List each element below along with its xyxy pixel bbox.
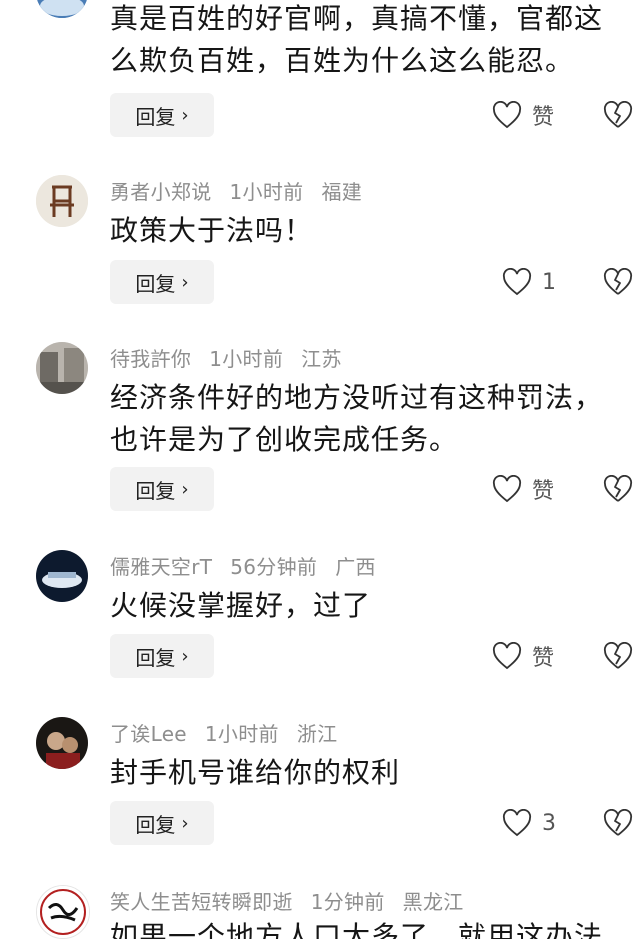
location: 江苏 [301,347,342,371]
like-button[interactable]: 赞 [492,93,554,137]
reply-button[interactable]: 回复 › [110,801,214,845]
avatar-chair-icon [36,175,88,227]
heart-icon [502,268,532,296]
broken-heart-icon [603,475,633,502]
username[interactable]: 笑人生苦短转瞬即逝 [110,890,293,914]
timestamp: 1分钟前 [310,890,385,914]
avatar-people-icon [36,717,88,769]
avatar[interactable] [36,717,88,769]
like-button[interactable]: 3 [502,801,556,845]
dislike-button[interactable] [603,801,637,845]
heart-icon [492,475,522,503]
dislike-button[interactable] [603,93,637,137]
reply-label: 回复 [135,271,176,296]
comment-text: 政策大于法吗！ [110,214,314,247]
avatar[interactable] [36,175,88,227]
comment-meta: 笑人生苦短转瞬即逝 1分钟前 黑龙江 [110,886,482,915]
comment-text: 真是百姓的好官啊，真搞不懂，官都这 么欺负百姓，百姓为什么这么能忍。 [110,2,604,77]
heart-icon [502,809,532,837]
like-button[interactable]: 赞 [492,467,554,511]
avatar[interactable] [36,885,90,939]
username[interactable]: 了诶Lee [110,722,187,746]
chevron-right-icon: › [181,104,189,126]
comment-meta: 了诶Lee 1小时前 浙江 [110,718,355,747]
username[interactable]: 勇者小郑说 [110,180,212,204]
broken-heart-icon [603,642,633,669]
comment-item: 了诶Lee 1小时前 浙江 封手机号谁给你的权利 回复 › 3 [0,712,640,852]
reply-label: 回复 [135,478,176,503]
broken-heart-icon [603,809,633,836]
comment-text: 经济条件好的地方没听过有这种罚法， 也许是为了创收完成任务。 [110,381,604,456]
like-count: 3 [542,810,556,836]
like-button[interactable]: 赞 [492,634,554,678]
dislike-button[interactable] [603,260,637,304]
avatar[interactable] [36,342,88,394]
comment-feed: 真是百姓的好官啊，真搞不懂，官都这 么欺负百姓，百姓为什么这么能忍。 回复 › … [0,0,640,939]
timestamp: 56分钟前 [230,555,318,579]
timestamp: 1小时前 [229,180,304,204]
comment-meta: 儒雅天空rT 56分钟前 广西 [110,551,394,580]
chevron-right-icon: › [181,645,189,667]
reply-label: 回复 [135,104,176,129]
timestamp: 1小时前 [209,347,284,371]
reply-label: 回复 [135,645,176,670]
avatar-calligraphy-icon [37,886,89,938]
avatar-street-icon [36,342,88,394]
comment-meta: 待我許你 1小时前 江苏 [110,343,360,372]
avatar[interactable] [36,0,88,18]
comment-item: 笑人生苦短转瞬即逝 1分钟前 黑龙江 如果一个地方人口太多了，就用这办法 [0,880,640,939]
location: 福建 [321,180,363,204]
dislike-button[interactable] [603,634,637,678]
location: 浙江 [296,722,338,746]
chevron-right-icon: › [181,812,189,834]
like-button[interactable]: 1 [502,260,556,304]
avatar-car-icon [36,550,88,602]
like-count: 1 [542,269,556,295]
comment-meta: 勇者小郑说 1小时前 福建 [110,176,380,205]
comment-item: 待我許你 1小时前 江苏 经济条件好的地方没听过有这种罚法， 也许是为了创收完成任务… [0,337,640,517]
reply-button[interactable]: 回复 › [110,467,214,511]
comment-item: 儒雅天空rT 56分钟前 广西 火候没掌握好，过了 回复 › 赞 [0,545,640,685]
heart-icon [492,101,522,129]
dislike-button[interactable] [603,467,637,511]
chevron-right-icon: › [181,271,189,293]
comment-text: 火候没掌握好，过了 [110,589,372,622]
broken-heart-icon [603,101,633,128]
username[interactable]: 儒雅天空rT [110,555,212,579]
like-count: 赞 [532,479,555,504]
timestamp: 1小时前 [204,722,279,746]
heart-icon [492,642,522,670]
avatar[interactable] [36,550,88,602]
chevron-right-icon: › [181,478,189,500]
reply-button[interactable]: 回复 › [110,634,214,678]
comment-text: 封手机号谁给你的权利 [110,756,401,789]
location: 广西 [335,555,376,579]
comment-item: 真是百姓的好官啊，真搞不懂，官都这 么欺负百姓，百姓为什么这么能忍。 回复 › … [0,0,640,150]
reply-label: 回复 [135,812,176,837]
location: 黑龙江 [402,890,464,914]
comment-item: 勇者小郑说 1小时前 福建 政策大于法吗！ 回复 › 1 [0,170,640,310]
like-count: 赞 [532,646,555,671]
reply-button[interactable]: 回复 › [110,260,214,304]
username[interactable]: 待我許你 [110,347,191,371]
broken-heart-icon [603,268,633,295]
like-count: 赞 [532,105,555,130]
reply-button[interactable]: 回复 › [110,93,214,137]
comment-text: 如果一个地方人口太多了，就用这办法 [110,920,604,939]
